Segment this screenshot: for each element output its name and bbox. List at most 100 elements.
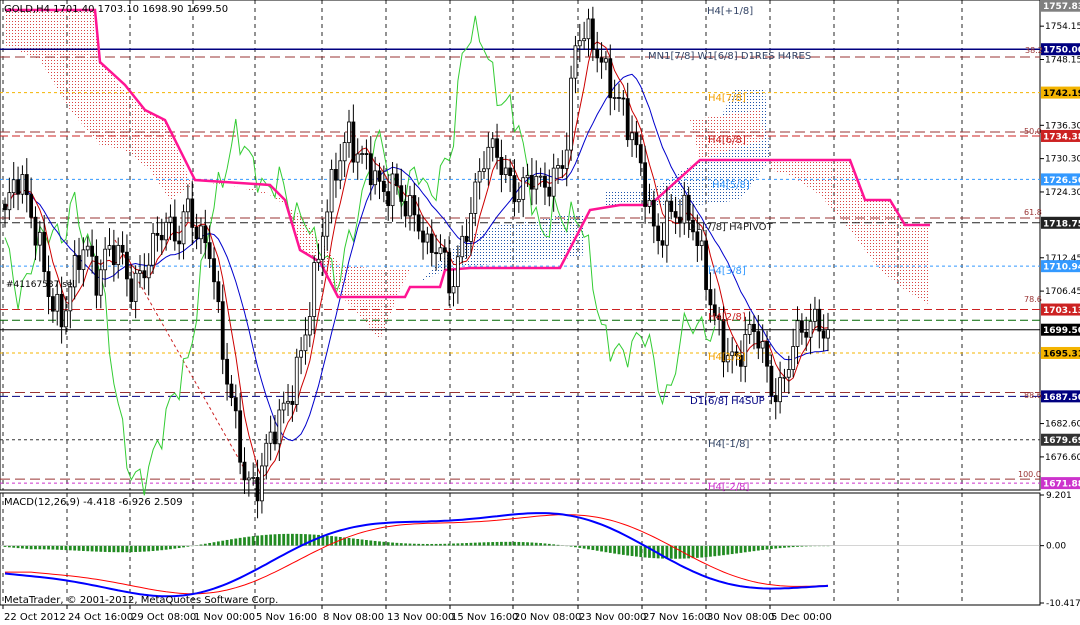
candle-body <box>364 153 369 155</box>
candle-body <box>529 174 534 190</box>
macd-hist-bar <box>73 545 77 551</box>
candle-body <box>185 198 190 213</box>
candle-body <box>425 233 430 243</box>
price-tag-label: 1742.19 <box>1043 89 1080 99</box>
candle-body <box>752 323 756 332</box>
y-tick-label: 1736.30 <box>1045 121 1080 131</box>
candle-body <box>551 167 556 197</box>
macd-hist-bar <box>717 545 721 556</box>
macd-hist-bar <box>508 541 512 546</box>
macd-hist-bar <box>521 542 525 546</box>
macd-hist-bar <box>160 545 164 551</box>
macd-hist-bar <box>630 545 634 557</box>
macd-hist-bar <box>421 543 425 546</box>
candle-body <box>238 410 243 463</box>
macd-hist-bar <box>604 545 608 553</box>
chart-canvas: 1754.151748.151736.301730.301724.301712.… <box>0 0 1080 623</box>
candle-body <box>103 248 108 271</box>
macd-hist-bar <box>465 543 468 546</box>
macd-hist-bar <box>591 545 595 551</box>
candle-body <box>273 431 277 445</box>
candle-body <box>582 38 587 42</box>
y-tick-label: 1730.30 <box>1045 155 1080 165</box>
macd-hist-bar <box>365 540 368 546</box>
candle-body <box>116 244 121 266</box>
level-label: H4[7/8] <box>708 93 746 104</box>
candle-body <box>268 431 273 444</box>
macd-hist-bar <box>269 534 273 546</box>
candle-body <box>434 252 438 255</box>
candle-body <box>399 185 404 202</box>
candle-body <box>260 465 264 502</box>
candle-body <box>216 281 221 303</box>
candle-body <box>29 194 34 218</box>
candle-body <box>146 264 151 279</box>
macd-hist-bar <box>116 545 120 553</box>
candle-body <box>42 231 47 272</box>
candle-body <box>290 400 295 405</box>
macd-hist-bar <box>203 543 207 546</box>
candle-body <box>508 167 513 176</box>
candle-body <box>795 320 800 347</box>
candle-body <box>168 216 173 223</box>
candle-body <box>138 270 142 274</box>
candle-body <box>111 245 116 266</box>
macd-hist-bar <box>256 535 259 546</box>
macd-hist-bar <box>68 545 72 551</box>
candle-body <box>20 174 25 195</box>
candle-body <box>499 156 504 175</box>
candle-body <box>516 198 521 203</box>
x-tick-label: 23 Nov 00:00 <box>579 612 646 623</box>
macd-hist-bar <box>491 542 495 546</box>
candle-body <box>599 57 604 63</box>
candle-body <box>207 242 212 260</box>
fib-level-label: 50.0 <box>1024 127 1042 136</box>
macd-hist-bar <box>774 545 778 549</box>
price-tag-label: 1726.56 <box>1043 176 1080 186</box>
candle-body <box>756 331 761 349</box>
candle-body <box>608 58 613 99</box>
candle-body <box>821 330 826 339</box>
candle-body <box>64 310 68 328</box>
macd-hist-bar <box>530 542 534 546</box>
macd-hist-bar <box>543 543 547 546</box>
candle-body <box>395 173 399 187</box>
candle-body <box>630 132 634 141</box>
macd-hist-bar <box>748 545 752 552</box>
fib-level-label: 38.2 <box>1025 46 1043 55</box>
macd-hist-bar <box>600 545 603 552</box>
candle-body <box>225 358 229 385</box>
macd-hist-bar <box>325 535 329 546</box>
macd-hist-bar <box>347 537 351 546</box>
candle-body <box>460 235 465 258</box>
candle-body <box>85 245 90 251</box>
macd-hist-bar <box>695 545 699 558</box>
candle-body <box>678 216 682 224</box>
macd-hist-bar <box>613 545 617 554</box>
macd-hist-bar <box>704 545 708 558</box>
candle-body <box>699 240 704 247</box>
y-tick-label: 1706.45 <box>1045 287 1080 297</box>
macd-hist-bar <box>360 539 364 546</box>
macd-hist-bar <box>99 545 103 552</box>
macd-hist-bar <box>369 540 373 546</box>
macd-hist-bar <box>761 545 765 551</box>
candle-body <box>495 138 499 158</box>
candle-body <box>142 270 147 279</box>
macd-hist-bar <box>547 543 551 546</box>
candle-body <box>429 233 434 253</box>
candle-body <box>220 301 225 360</box>
candle-body <box>190 198 195 228</box>
macd-hist-bar <box>173 545 177 549</box>
candle-body <box>7 192 12 211</box>
macd-hist-bar <box>382 541 386 546</box>
candle-body <box>503 167 508 175</box>
candle-body <box>377 170 382 182</box>
candle-body <box>590 18 595 50</box>
x-tick-label: 20 Nov 08:00 <box>514 612 581 623</box>
candle-body <box>651 199 656 227</box>
macd-hist-bar <box>578 545 582 548</box>
candle-body <box>525 174 530 179</box>
candle-body <box>490 138 495 148</box>
candle-body <box>669 200 674 212</box>
